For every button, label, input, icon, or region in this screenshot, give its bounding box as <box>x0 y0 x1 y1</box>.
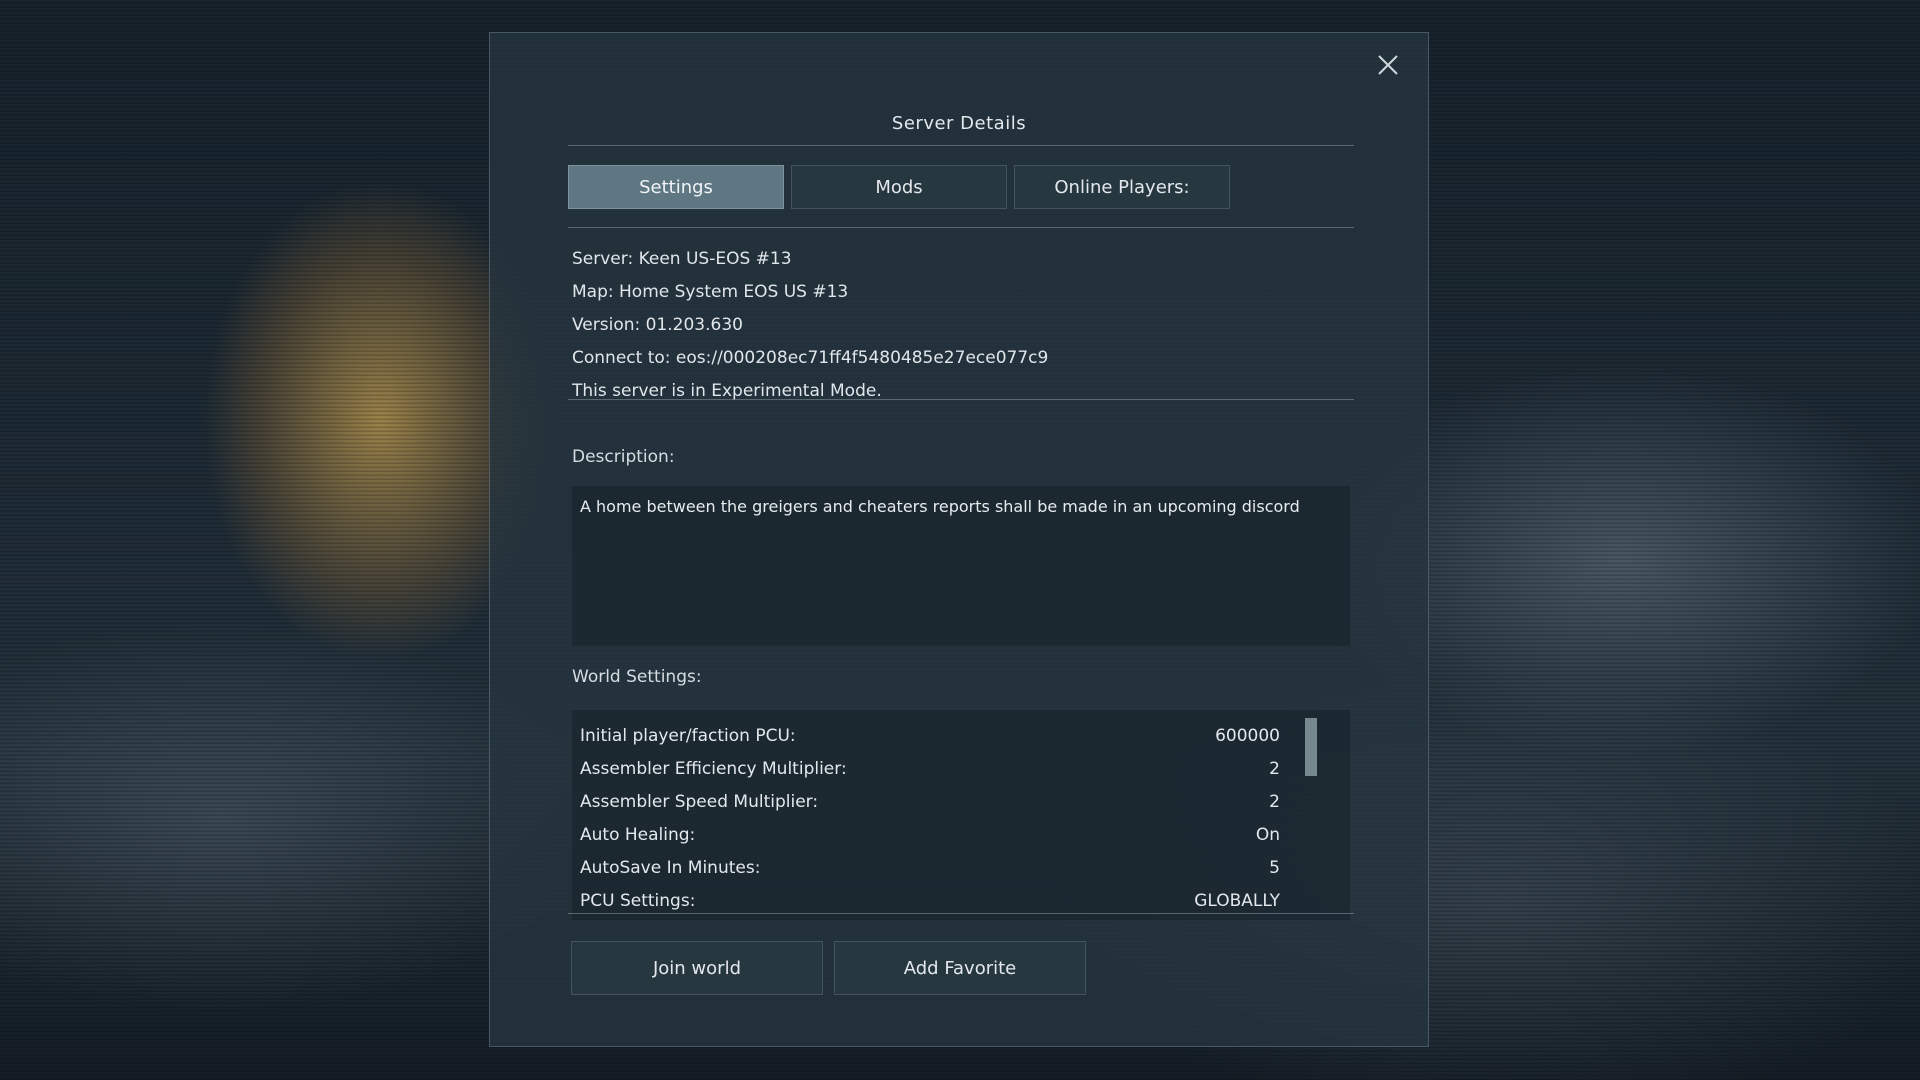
setting-value: 2 <box>1269 792 1280 812</box>
close-button[interactable] <box>1372 49 1404 81</box>
map-name: Map: Home System EOS US #13 <box>572 282 849 302</box>
title-divider <box>568 145 1354 146</box>
join-world-button[interactable]: Join world <box>571 941 823 995</box>
tabs-divider <box>568 227 1354 228</box>
tab-settings[interactable]: Settings <box>568 165 784 209</box>
add-favorite-button[interactable]: Add Favorite <box>834 941 1086 995</box>
experimental-mode-notice: This server is in Experimental Mode. <box>572 381 882 401</box>
dialog-title: Server Details <box>891 113 1027 134</box>
setting-value: 2 <box>1269 759 1280 779</box>
setting-value: 600000 <box>1215 726 1280 746</box>
setting-key: Initial player/faction PCU: <box>580 726 796 746</box>
setting-key: AutoSave In Minutes: <box>580 858 761 878</box>
world-setting-row: AutoSave In Minutes: 5 <box>580 852 1280 885</box>
server-version: Version: 01.203.630 <box>572 315 743 335</box>
tab-mods[interactable]: Mods <box>791 165 1007 209</box>
world-settings-scrollbar[interactable] <box>1305 718 1317 776</box>
description-box: A home between the greigers and cheaters… <box>572 486 1350 646</box>
server-name: Server: Keen US-EOS #13 <box>572 249 792 269</box>
server-info: Server: Keen US-EOS #13 Map: Home System… <box>572 243 1048 408</box>
world-settings-label: World Settings: <box>572 667 702 687</box>
world-setting-row: Assembler Efficiency Multiplier: 2 <box>580 753 1280 786</box>
footer-divider <box>568 913 1354 914</box>
description-text: A home between the greigers and cheaters… <box>580 497 1300 516</box>
server-details-dialog: Server Details Settings Mods Online Play… <box>489 32 1429 1047</box>
world-setting-row: Auto Healing: On <box>580 819 1280 852</box>
description-label: Description: <box>572 447 675 467</box>
setting-value: 5 <box>1269 858 1280 878</box>
world-settings-list[interactable]: Initial player/faction PCU: 600000 Assem… <box>572 710 1350 920</box>
setting-value: On <box>1255 825 1280 845</box>
setting-key: Assembler Speed Multiplier: <box>580 792 819 812</box>
info-divider <box>568 399 1354 400</box>
tab-online-players[interactable]: Online Players: <box>1014 165 1230 209</box>
setting-key: Auto Healing: <box>580 825 696 845</box>
close-icon <box>1378 55 1398 75</box>
world-setting-row: Initial player/faction PCU: 600000 <box>580 720 1280 753</box>
connect-address: Connect to: eos://000208ec71ff4f5480485e… <box>572 348 1049 368</box>
setting-key: Assembler Efficiency Multiplier: <box>580 759 847 779</box>
world-setting-row: Assembler Speed Multiplier: 2 <box>580 786 1280 819</box>
